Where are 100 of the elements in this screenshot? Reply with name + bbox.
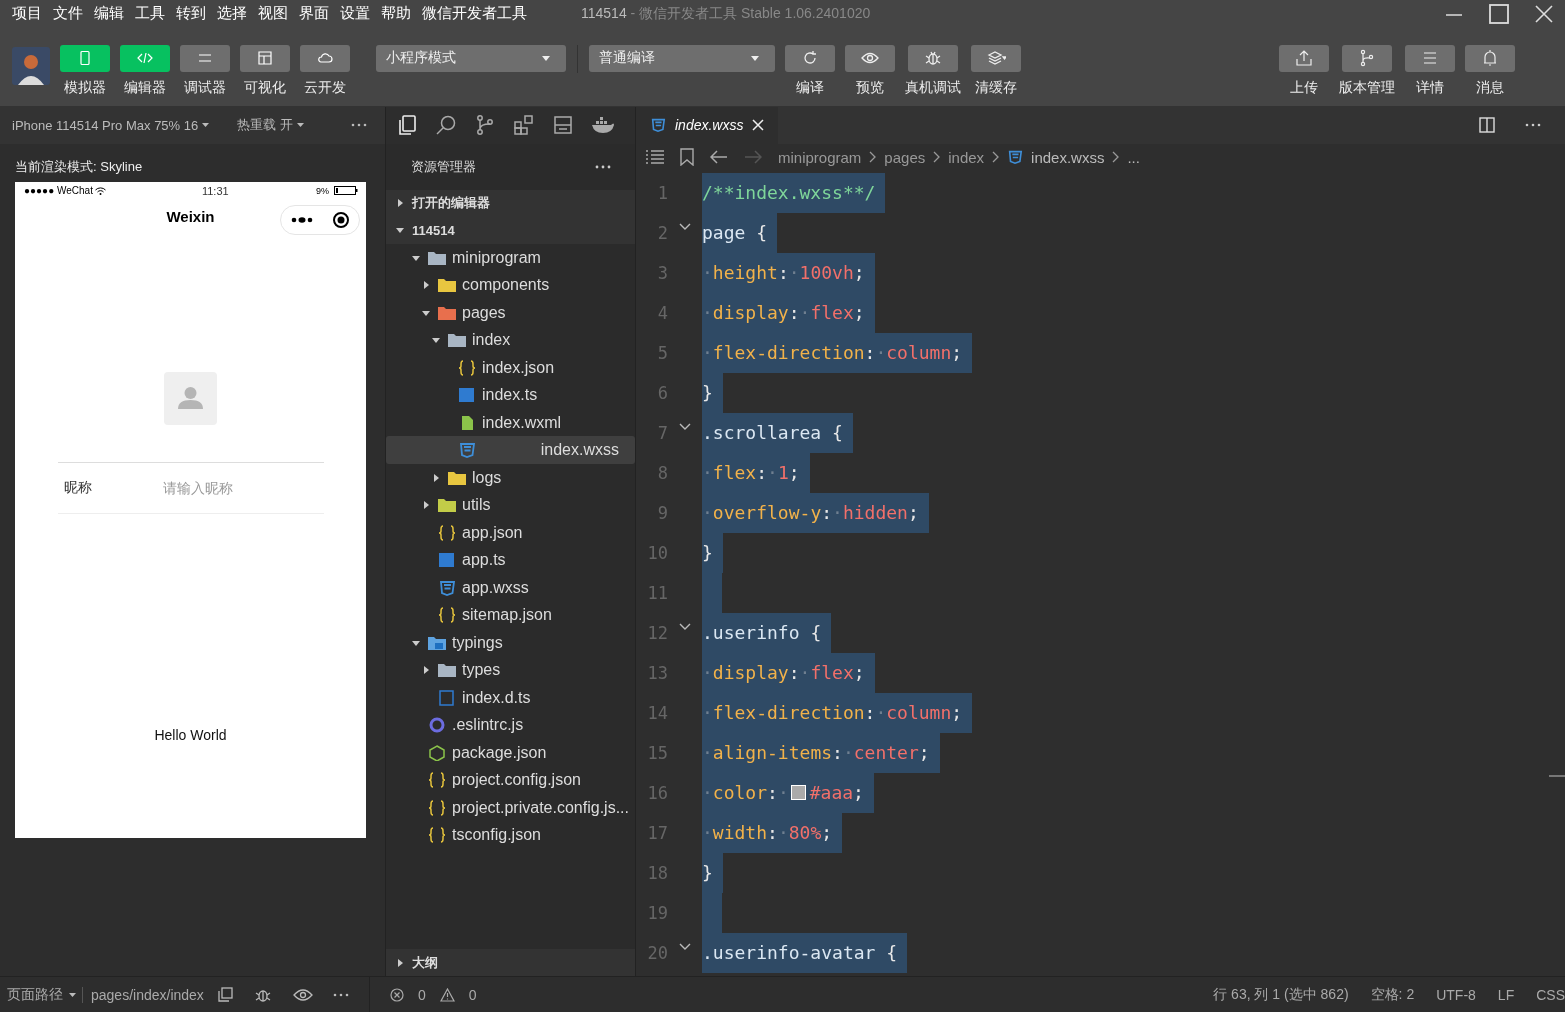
toolbar-button[interactable] xyxy=(908,44,958,72)
breadcrumb-item[interactable]: pages xyxy=(884,148,926,166)
toolbar-button[interactable] xyxy=(845,44,895,72)
battery-icon xyxy=(334,186,358,196)
close-circle-icon[interactable] xyxy=(331,210,350,229)
files-icon[interactable] xyxy=(396,114,418,137)
tree-item[interactable]: index xyxy=(386,326,635,354)
toolbar-button[interactable] xyxy=(971,44,1021,72)
warning-count[interactable]: 0 xyxy=(468,986,477,1003)
hot-reload-dropdown[interactable]: 热重载 开 xyxy=(237,116,293,135)
tree-item[interactable]: index.ts xyxy=(386,381,635,409)
bell-icon xyxy=(1481,49,1499,68)
tree-item[interactable]: app.json xyxy=(386,518,635,547)
menu-item[interactable]: 界面 xyxy=(299,4,329,24)
toolbar-button[interactable] xyxy=(60,44,110,72)
device-dropdown[interactable]: iPhone 114514 Pro Max 75% 16 xyxy=(12,117,199,133)
tree-item[interactable]: tsconfig.json xyxy=(386,821,635,849)
close-icon[interactable] xyxy=(752,119,765,132)
tree-item[interactable]: index.d.ts xyxy=(386,683,635,712)
menu-item[interactable]: 编辑 xyxy=(94,4,124,24)
json-file-icon xyxy=(428,827,446,844)
line-number: 16 xyxy=(646,781,668,805)
tree-item[interactable]: miniprogram xyxy=(386,243,635,272)
more-icon[interactable] xyxy=(1525,123,1541,128)
compile-dropdown[interactable]: 普通编译 xyxy=(589,44,775,72)
toolbar-button[interactable] xyxy=(1465,44,1515,72)
warning-icon[interactable] xyxy=(439,987,455,1002)
menu-item[interactable]: 工具 xyxy=(135,4,165,24)
tree-item[interactable]: types xyxy=(386,656,635,684)
tree-item[interactable]: index.json xyxy=(386,353,635,382)
maximize-icon[interactable] xyxy=(1489,4,1509,24)
tree-item[interactable]: components xyxy=(386,271,635,299)
tree-item[interactable]: pages xyxy=(386,298,635,327)
menu-item[interactable]: 选择 xyxy=(217,4,247,24)
menu-item[interactable]: 项目 xyxy=(12,4,42,24)
split-editor-icon[interactable] xyxy=(1479,117,1495,134)
error-icon[interactable] xyxy=(389,987,404,1002)
more-icon[interactable] xyxy=(351,123,367,128)
toolbar-button[interactable] xyxy=(240,44,290,72)
tree-item[interactable]: index.wxss xyxy=(386,436,635,464)
fold-chevron-icon[interactable] xyxy=(679,622,691,631)
breadcrumb-item[interactable]: ... xyxy=(1127,148,1140,166)
extensions-icon[interactable] xyxy=(513,114,535,137)
more-icon[interactable] xyxy=(595,164,611,169)
fold-chevron-icon[interactable] xyxy=(679,422,691,431)
toolbar-button[interactable] xyxy=(1342,44,1392,72)
section-header[interactable]: 大纲 xyxy=(386,949,635,976)
cursor-position[interactable]: 行 63, 列 1 (选中 862) xyxy=(1213,985,1349,1004)
close-icon[interactable] xyxy=(1535,5,1553,23)
toolbar-button[interactable] xyxy=(1405,44,1455,72)
toolbar-label: 真机调试 xyxy=(905,78,961,97)
tree-item[interactable]: app.ts xyxy=(386,546,635,574)
tree-item[interactable]: utils xyxy=(386,491,635,519)
menu-item[interactable]: 转到 xyxy=(176,4,206,24)
tree-item[interactable]: sitemap.json xyxy=(386,601,635,629)
toolbar-button[interactable] xyxy=(180,44,230,72)
section-header[interactable]: 打开的编辑器 xyxy=(386,189,635,217)
tree-item[interactable]: project.config.json xyxy=(386,766,635,794)
eye-icon[interactable] xyxy=(292,987,313,1002)
breadcrumb-item[interactable]: miniprogram xyxy=(778,148,862,166)
caret-icon xyxy=(432,473,440,482)
language-mode[interactable]: CSS xyxy=(1536,986,1565,1003)
list-icon[interactable] xyxy=(646,150,664,165)
fold-chevron-icon[interactable] xyxy=(679,942,691,951)
copy-icon[interactable] xyxy=(217,987,233,1002)
tree-item[interactable]: app.wxss xyxy=(386,573,635,602)
fold-chevron-icon[interactable] xyxy=(679,222,691,231)
tree-item[interactable]: logs xyxy=(386,463,635,492)
menu-item[interactable]: 微信开发者工具 xyxy=(422,4,527,24)
back-icon[interactable] xyxy=(710,150,728,165)
tree-item[interactable]: typings xyxy=(386,628,635,657)
encoding-setting[interactable]: UTF-8 xyxy=(1436,986,1476,1003)
menu-item[interactable]: 帮助 xyxy=(381,4,411,24)
page-path-dropdown[interactable]: 页面路径 xyxy=(7,985,63,1004)
menu-item[interactable]: 文件 xyxy=(53,4,83,24)
more-icon[interactable] xyxy=(332,992,349,997)
tree-item[interactable]: package.json xyxy=(386,738,635,767)
mode-dropdown[interactable]: 小程序模式 xyxy=(376,44,566,72)
tree-item[interactable]: index.wxml xyxy=(386,408,635,437)
search-icon[interactable] xyxy=(435,114,457,137)
toolbar-button[interactable] xyxy=(300,44,350,72)
toolbar-button[interactable] xyxy=(1279,44,1329,72)
branch-icon[interactable] xyxy=(474,114,496,137)
line-ending-setting[interactable]: LF xyxy=(1497,986,1515,1003)
error-count[interactable]: 0 xyxy=(417,986,426,1003)
avatar[interactable] xyxy=(12,46,50,85)
indentation-setting[interactable]: 空格: 2 xyxy=(1370,985,1415,1004)
tree-item[interactable]: .eslintrc.js xyxy=(386,711,635,739)
editor-tab[interactable]: index.wxss xyxy=(636,106,779,144)
more-icon[interactable] xyxy=(290,216,313,223)
menu-item[interactable]: 视图 xyxy=(258,4,288,24)
breadcrumb-item[interactable]: index.wxss xyxy=(1031,148,1105,166)
tree-item[interactable]: project.private.config.js... xyxy=(386,793,635,822)
section-header[interactable]: 114514 xyxy=(386,216,635,244)
bookmark-icon[interactable] xyxy=(680,148,694,167)
toolbar-button[interactable] xyxy=(785,44,835,72)
menu-item[interactable]: 设置 xyxy=(340,4,370,24)
toolbar-button[interactable] xyxy=(120,44,170,72)
layout-icon[interactable] xyxy=(552,114,574,137)
breadcrumb-item[interactable]: index xyxy=(948,148,985,166)
